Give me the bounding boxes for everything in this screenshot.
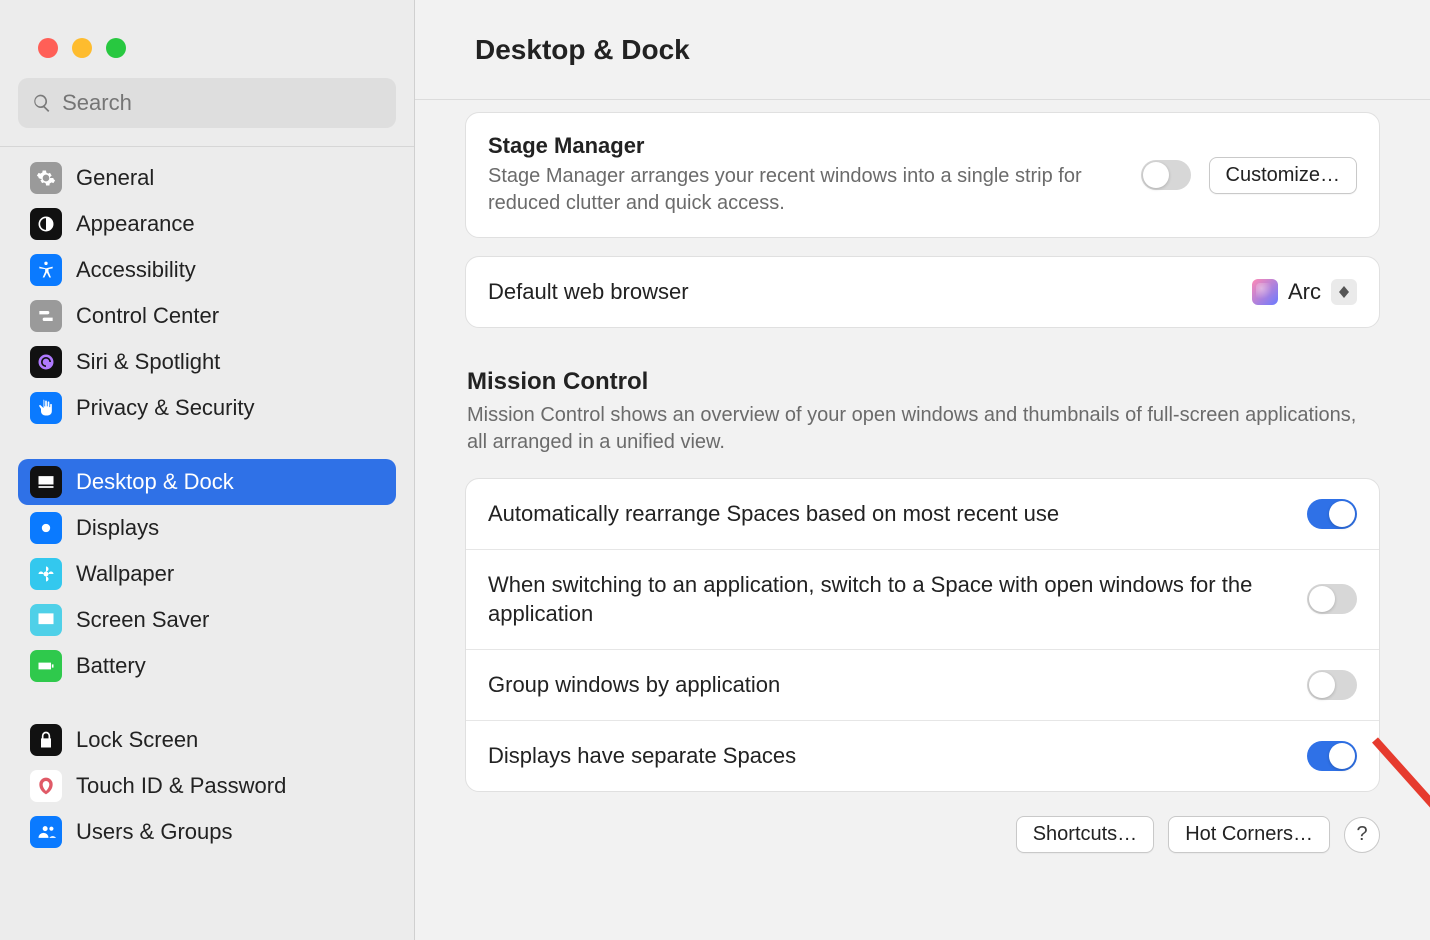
dropdown-stepper-icon[interactable] <box>1331 279 1357 305</box>
mission-control-row: Automatically rearrange Spaces based on … <box>466 479 1379 549</box>
window-controls <box>0 0 414 78</box>
search-icon <box>32 92 52 114</box>
zoom-window-button[interactable] <box>106 38 126 58</box>
sidebar-item-control-center[interactable]: Control Center <box>18 293 396 339</box>
mission-control-row: Group windows by application <box>466 649 1379 720</box>
gear-icon <box>30 162 62 194</box>
sidebar-item-displays[interactable]: Displays <box>18 505 396 551</box>
mission-control-card: Automatically rearrange Spaces based on … <box>465 478 1380 792</box>
sidebar-item-general[interactable]: General <box>18 155 396 201</box>
sidebar-item-label: Screen Saver <box>76 607 209 633</box>
customize-button[interactable]: Customize… <box>1209 157 1357 194</box>
stage-manager-card: Stage Manager Stage Manager arranges you… <box>465 112 1380 238</box>
sidebar-item-screensaver[interactable]: Screen Saver <box>18 597 396 643</box>
titlebar: Desktop & Dock <box>415 0 1430 100</box>
setting-toggle[interactable] <box>1307 584 1357 614</box>
sidebar-item-accessibility[interactable]: Accessibility <box>18 247 396 293</box>
arc-app-icon <box>1252 279 1278 305</box>
fingerprint-icon <box>30 770 62 802</box>
sidebar-item-label: Siri & Spotlight <box>76 349 220 375</box>
divider <box>0 146 414 147</box>
sidebar-item-label: Battery <box>76 653 146 679</box>
sidebar-item-users[interactable]: Users & Groups <box>18 809 396 855</box>
sidebar-item-lockscreen[interactable]: Lock Screen <box>18 717 396 763</box>
appearance-icon <box>30 208 62 240</box>
search-input[interactable] <box>62 90 382 116</box>
users-icon <box>30 816 62 848</box>
stage-manager-toggle[interactable] <box>1141 160 1191 190</box>
mission-control-title: Mission Control <box>467 368 1378 396</box>
sidebar-item-touchid[interactable]: Touch ID & Password <box>18 763 396 809</box>
sidebar-item-privacy[interactable]: Privacy & Security <box>18 385 396 431</box>
hot-corners-button[interactable]: Hot Corners… <box>1168 816 1330 853</box>
sidebar-item-label: General <box>76 165 154 191</box>
dock-icon <box>30 466 62 498</box>
help-button[interactable]: ? <box>1344 817 1380 853</box>
sidebar-item-label: Lock Screen <box>76 727 198 753</box>
sidebar-item-label: Desktop & Dock <box>76 469 234 495</box>
shortcuts-button[interactable]: Shortcuts… <box>1016 816 1154 853</box>
sidebar-item-label: Accessibility <box>76 257 196 283</box>
sidebar-item-battery[interactable]: Battery <box>18 643 396 689</box>
sun-icon <box>30 512 62 544</box>
sidebar-item-label: Control Center <box>76 303 219 329</box>
content: Stage Manager Stage Manager arranges you… <box>415 100 1430 940</box>
setting-label: Displays have separate Spaces <box>488 741 1289 771</box>
sidebar-item-label: Displays <box>76 515 159 541</box>
flower-icon <box>30 558 62 590</box>
default-browser-label: Default web browser <box>488 277 1234 307</box>
search-field[interactable] <box>18 78 396 128</box>
sidebar-item-appearance[interactable]: Appearance <box>18 201 396 247</box>
stage-manager-title: Stage Manager <box>488 133 1123 159</box>
bottom-buttons: Shortcuts… Hot Corners… ? <box>465 816 1380 853</box>
setting-toggle[interactable] <box>1307 670 1357 700</box>
minimize-window-button[interactable] <box>72 38 92 58</box>
close-window-button[interactable] <box>38 38 58 58</box>
mission-control-row: Displays have separate Spaces <box>466 720 1379 791</box>
setting-label: Group windows by application <box>488 670 1289 700</box>
lock-icon <box>30 724 62 756</box>
accessibility-icon <box>30 254 62 286</box>
stage-manager-desc: Stage Manager arranges your recent windo… <box>488 163 1123 217</box>
sidebar-item-wallpaper[interactable]: Wallpaper <box>18 551 396 597</box>
sidebar-item-label: Touch ID & Password <box>76 773 286 799</box>
default-browser-card: Default web browser Arc <box>465 256 1380 328</box>
setting-label: When switching to an application, switch… <box>488 570 1289 629</box>
sidebar-item-siri[interactable]: Siri & Spotlight <box>18 339 396 385</box>
sidebar-item-label: Privacy & Security <box>76 395 255 421</box>
sidebar-nav: General Appearance Accessibility Control Ce… <box>0 155 414 883</box>
default-browser-value: Arc <box>1288 279 1321 305</box>
sidebar-item-desktop-dock[interactable]: Desktop & Dock <box>18 459 396 505</box>
sidebar: General Appearance Accessibility Control Ce… <box>0 0 415 940</box>
sidebar-item-label: Appearance <box>76 211 195 237</box>
page-title: Desktop & Dock <box>475 34 690 66</box>
mission-control-header: Mission Control Mission Control shows an… <box>465 328 1380 466</box>
siri-icon <box>30 346 62 378</box>
setting-label: Automatically rearrange Spaces based on … <box>488 499 1289 529</box>
sidebar-item-label: Users & Groups <box>76 819 233 845</box>
sidebar-item-label: Wallpaper <box>76 561 174 587</box>
default-browser-dropdown[interactable]: Arc <box>1252 279 1357 305</box>
switches-icon <box>30 300 62 332</box>
screensaver-icon <box>30 604 62 636</box>
mission-control-desc: Mission Control shows an overview of you… <box>467 402 1378 456</box>
mission-control-row: When switching to an application, switch… <box>466 549 1379 649</box>
main-panel: Desktop & Dock Stage Manager Stage Manag… <box>415 0 1430 940</box>
battery-icon <box>30 650 62 682</box>
setting-toggle[interactable] <box>1307 741 1357 771</box>
hand-icon <box>30 392 62 424</box>
setting-toggle[interactable] <box>1307 499 1357 529</box>
